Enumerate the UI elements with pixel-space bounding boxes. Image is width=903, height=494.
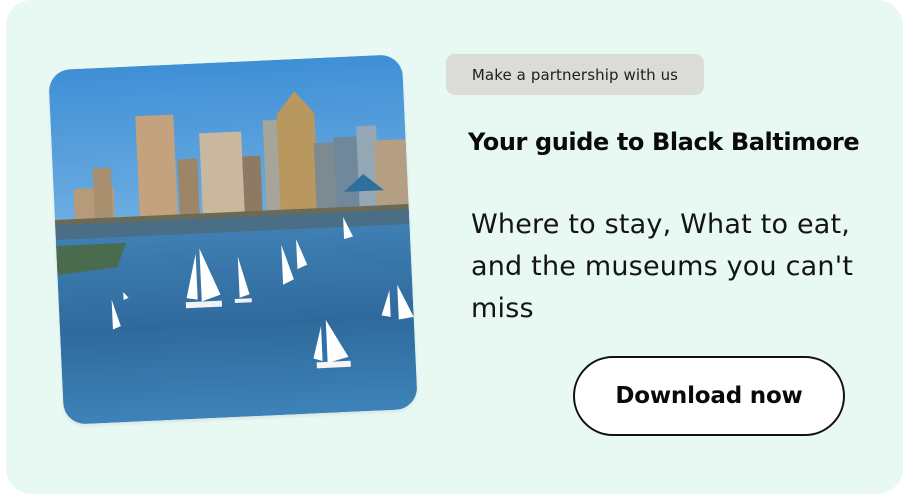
download-now-button[interactable]: Download now (573, 356, 845, 436)
baltimore-harbor-photo (48, 54, 418, 425)
harbor-illustration (48, 54, 418, 425)
description: Where to stay, What to eat, and the muse… (471, 209, 854, 324)
headline: Your guide to Black Baltimore (468, 128, 860, 156)
partnership-button[interactable]: Make a partnership with us (446, 54, 704, 95)
